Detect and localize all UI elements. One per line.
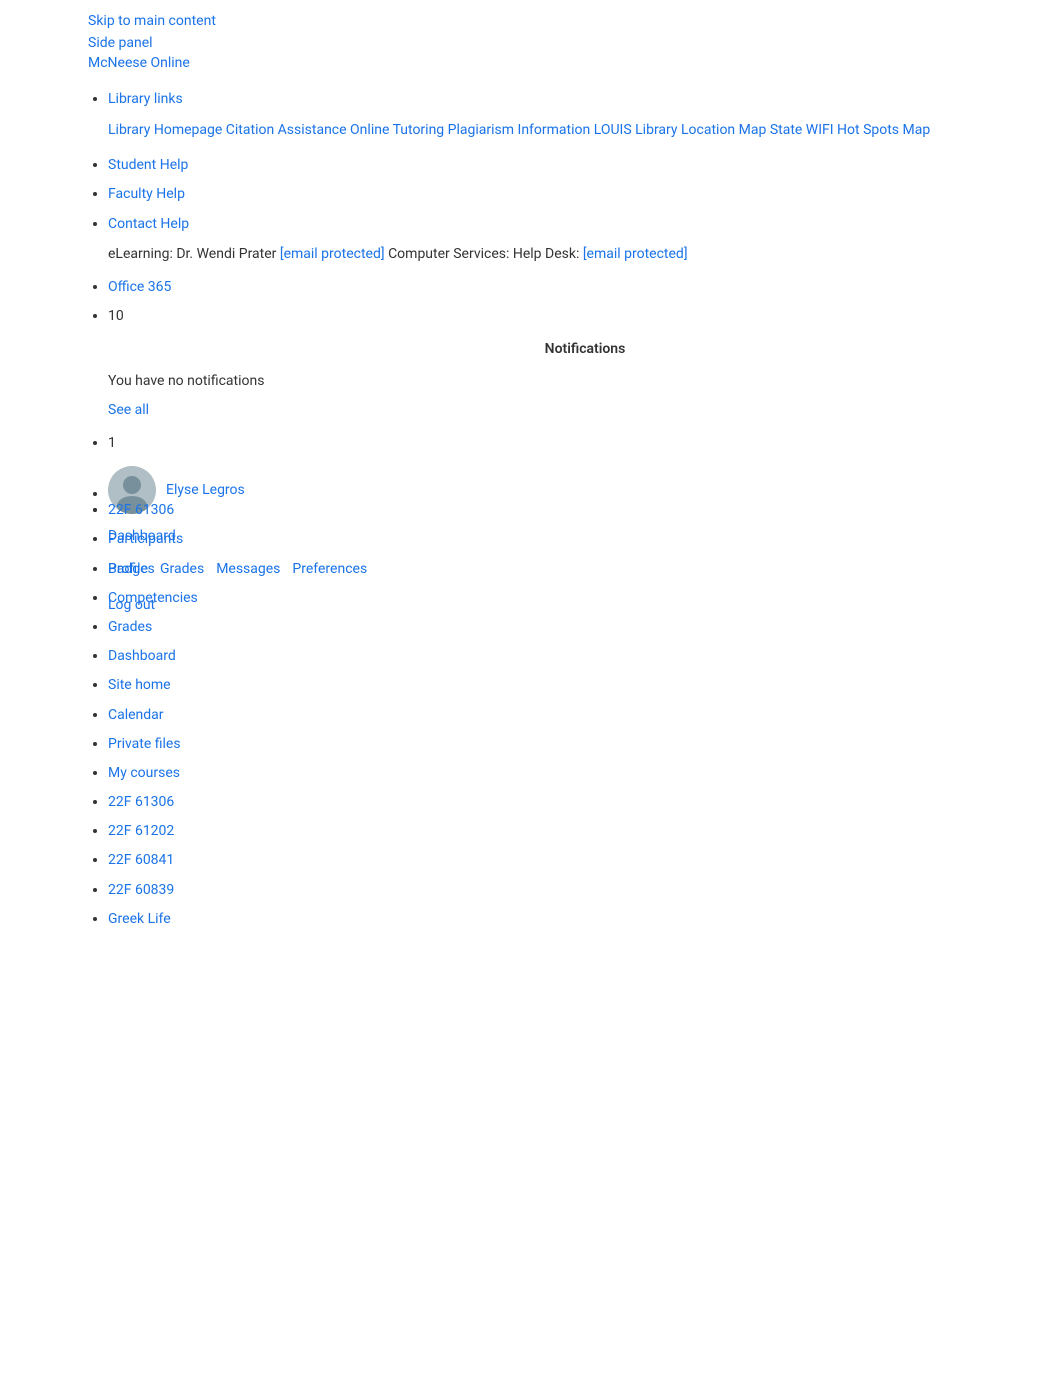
faculty-help-link[interactable]: Faculty Help bbox=[108, 186, 185, 202]
logout-link[interactable]: Log out bbox=[108, 593, 1062, 618]
nav-course-link-0[interactable]: 22F 61306 bbox=[108, 794, 174, 810]
user-block: Elyse Legros Dashboard Profile Grades Me… bbox=[108, 466, 1062, 618]
nav-course-link-2[interactable]: 22F 60841 bbox=[108, 852, 174, 868]
notifications-see-all-link[interactable]: See all bbox=[108, 402, 149, 418]
bullet-empty: Elyse Legros Dashboard Profile Grades Me… bbox=[108, 466, 1062, 478]
library-link-0[interactable]: Library Homepage bbox=[108, 122, 222, 138]
preferences-link[interactable]: Preferences bbox=[292, 557, 367, 582]
course-code-link[interactable]: 22F 61306 bbox=[108, 502, 174, 518]
private-files-link[interactable]: Private files bbox=[108, 736, 181, 752]
nav-course-link-1[interactable]: 22F 61202 bbox=[108, 823, 174, 839]
competencies-link[interactable]: Competencies bbox=[108, 590, 198, 606]
nav-course-link-3[interactable]: 22F 60839 bbox=[108, 882, 174, 898]
course-grades-link[interactable]: Grades bbox=[108, 619, 152, 635]
dashboard-nav-link[interactable]: Dashboard bbox=[108, 648, 176, 664]
library-link-2[interactable]: Online Tutoring bbox=[350, 122, 444, 138]
user-name-link[interactable]: Elyse Legros bbox=[166, 478, 245, 503]
site-title-link[interactable]: McNeese Online bbox=[88, 55, 190, 71]
skip-main-link[interactable]: Skip to main content bbox=[88, 10, 1062, 32]
my-courses-link[interactable]: My courses bbox=[108, 765, 180, 781]
library-link-3[interactable]: Plagiarism Information bbox=[448, 122, 591, 138]
bullet-one: 1 bbox=[108, 435, 116, 451]
participants-link[interactable]: Participants bbox=[108, 531, 183, 547]
user-avatar-row: Elyse Legros bbox=[108, 466, 1062, 514]
elearning-email-link[interactable]: [email protected] bbox=[280, 246, 385, 262]
library-links-block: Library Homepage Citation Assistance Onl… bbox=[108, 118, 1062, 143]
grades-link[interactable]: Grades bbox=[160, 557, 204, 582]
user-dashboard-link[interactable]: Dashboard bbox=[108, 524, 1062, 549]
library-link-4[interactable]: LOUIS Library Location Map bbox=[594, 122, 767, 138]
library-link-5[interactable]: State WIFI Hot Spots Map bbox=[770, 122, 930, 138]
badges-link[interactable]: Badges bbox=[108, 561, 155, 577]
messages-link[interactable]: Messages bbox=[216, 557, 280, 582]
user-actions: Profile Grades Messages Preferences bbox=[108, 557, 1062, 582]
bullet-number: 10 bbox=[108, 308, 124, 324]
skip-side-link[interactable]: Side panel bbox=[88, 32, 1062, 54]
nav-course-link-4[interactable]: Greek Life bbox=[108, 911, 171, 927]
office365-link[interactable]: Office 365 bbox=[108, 279, 171, 295]
calendar-link[interactable]: Calendar bbox=[108, 707, 164, 723]
notifications-empty-text: You have no notifications bbox=[108, 369, 1062, 394]
contact-help-link[interactable]: Contact Help bbox=[108, 216, 189, 232]
student-help-link[interactable]: Student Help bbox=[108, 157, 188, 173]
contact-block: eLearning: Dr. Wendi Prater [email prote… bbox=[108, 243, 1062, 265]
library-links-item[interactable]: Library links bbox=[108, 91, 183, 107]
notifications-title: Notifications bbox=[108, 337, 1062, 362]
site-home-link[interactable]: Site home bbox=[108, 677, 171, 693]
cs-email-link[interactable]: [email protected] bbox=[583, 246, 688, 262]
notifications-block: Notifications You have no notifications … bbox=[108, 337, 1062, 423]
library-link-1[interactable]: Citation Assistance bbox=[226, 122, 347, 138]
